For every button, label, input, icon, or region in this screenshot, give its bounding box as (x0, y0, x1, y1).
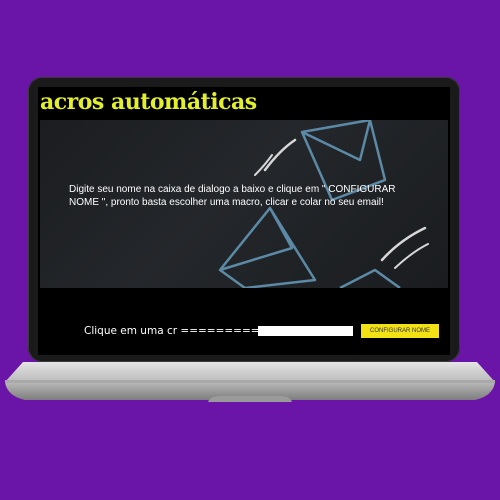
app-screen: acros automáticas Digite seu nome na cai… (38, 87, 450, 355)
app-title: acros automáticas (40, 89, 257, 115)
name-input[interactable] (258, 326, 353, 336)
configure-name-button[interactable]: CONFIGURAR NOME (361, 324, 439, 338)
swoosh-stroke (394, 243, 429, 269)
instruction-text: Digite seu nome na caixa de dialogo a ba… (69, 184, 396, 208)
swoosh-stroke (263, 138, 297, 172)
banner: Digite seu nome na caixa de dialogo a ba… (40, 120, 448, 288)
name-form: Clique em uma cr ============= CONFIGURA… (38, 323, 450, 341)
trackpad-notch (208, 396, 292, 402)
envelope-icon (339, 268, 401, 288)
swoosh-stroke (380, 226, 427, 262)
laptop-base (5, 362, 495, 402)
envelope-icon (218, 206, 317, 288)
